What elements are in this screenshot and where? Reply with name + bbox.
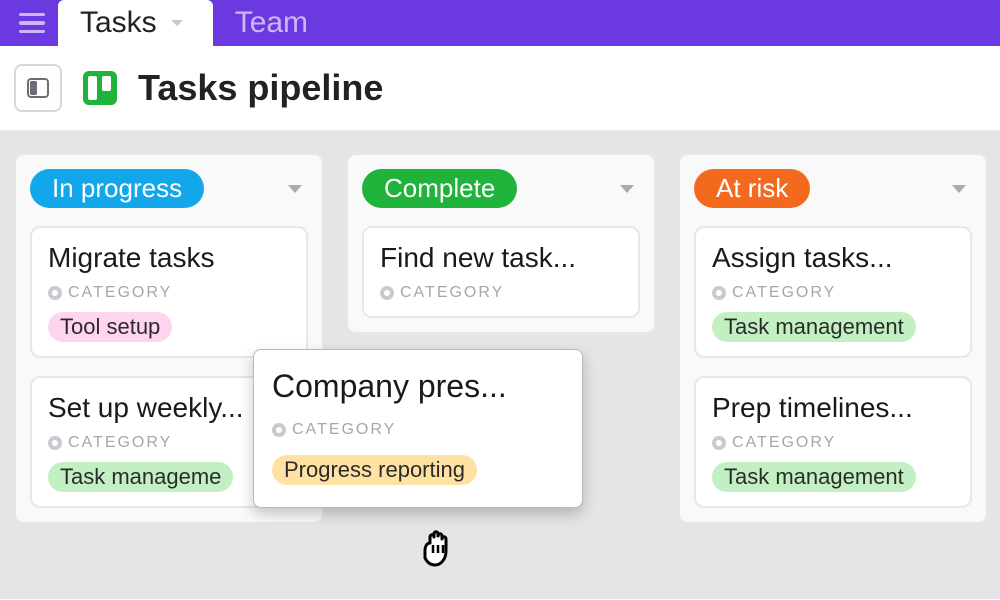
category-icon (48, 286, 62, 300)
page-title: Tasks pipeline (138, 67, 383, 109)
chevron-down-icon (169, 17, 185, 29)
grab-cursor-icon (412, 523, 466, 577)
category-label: CATEGORY (272, 421, 564, 439)
tab-label: Tasks (80, 6, 157, 40)
category-icon (380, 286, 394, 300)
category-icon (712, 286, 726, 300)
card-title: Find new task... (380, 242, 622, 274)
status-pill-at-risk[interactable]: At risk (694, 169, 810, 208)
category-icon (48, 436, 62, 450)
category-label: CATEGORY (380, 284, 622, 302)
category-label: CATEGORY (712, 434, 954, 452)
column-header: At risk (694, 169, 972, 208)
column-header: Complete (362, 169, 640, 208)
hamburger-icon (19, 13, 45, 34)
card-title: Assign tasks... (712, 242, 954, 274)
category-icon (272, 423, 286, 437)
category-tag: Task management (712, 312, 916, 342)
column-complete: Complete Find new task... CATEGORY (346, 153, 656, 334)
category-tag: Task management (712, 462, 916, 492)
panel-icon (26, 76, 50, 100)
layout-toggle-button[interactable] (14, 64, 62, 112)
card-title: Prep timelines... (712, 392, 954, 424)
card-title: Migrate tasks (48, 242, 290, 274)
tab-tasks[interactable]: Tasks (58, 0, 213, 46)
category-label: CATEGORY (48, 284, 290, 302)
status-pill-in-progress[interactable]: In progress (30, 169, 204, 208)
tab-team[interactable]: Team (213, 0, 336, 46)
chevron-down-icon (618, 182, 636, 196)
task-card[interactable]: Assign tasks... CATEGORY Task management (694, 226, 972, 358)
board: In progress Migrate tasks CATEGORY Tool … (0, 131, 1000, 599)
category-label: CATEGORY (712, 284, 954, 302)
status-pill-complete[interactable]: Complete (362, 169, 517, 208)
task-card[interactable]: Find new task... CATEGORY (362, 226, 640, 318)
category-tag: Progress reporting (272, 455, 477, 485)
dragged-task-card[interactable]: Company pres... CATEGORY Progress report… (253, 349, 583, 508)
category-tag: Tool setup (48, 312, 172, 342)
card-title: Company pres... (272, 368, 564, 405)
category-icon (712, 436, 726, 450)
column-menu-button[interactable] (282, 178, 308, 200)
topbar: Tasks Team (0, 0, 1000, 46)
tab-label: Team (235, 6, 308, 40)
column-menu-button[interactable] (614, 178, 640, 200)
subheader: Tasks pipeline (0, 46, 1000, 131)
column-at-risk: At risk Assign tasks... CATEGORY Task ma… (678, 153, 988, 524)
chevron-down-icon (286, 182, 304, 196)
chevron-down-icon (950, 182, 968, 196)
column-menu-button[interactable] (946, 178, 972, 200)
task-card[interactable]: Prep timelines... CATEGORY Task manageme… (694, 376, 972, 508)
category-tag: Task manageme (48, 462, 233, 492)
column-header: In progress (30, 169, 308, 208)
menu-button[interactable] (6, 0, 58, 46)
trello-icon (80, 68, 120, 108)
task-card[interactable]: Migrate tasks CATEGORY Tool setup (30, 226, 308, 358)
